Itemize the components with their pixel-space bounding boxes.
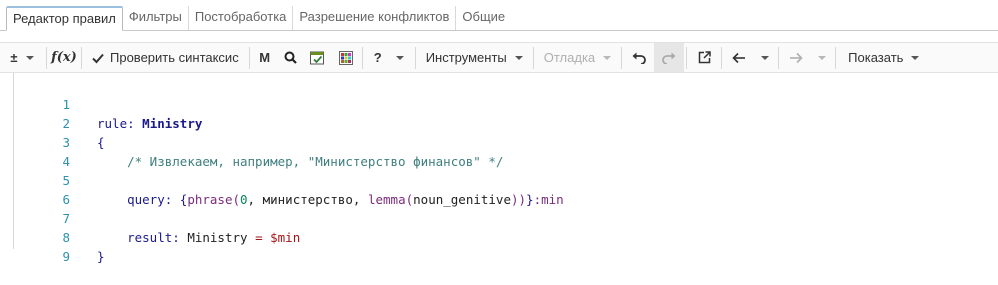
code-line: 8 }	[14, 209, 974, 264]
forward-history-dropdown[interactable]	[811, 43, 833, 72]
arrow-right-icon	[789, 52, 803, 64]
calendar-check-icon	[310, 51, 325, 65]
debug-label: Отладка	[543, 50, 596, 65]
show-label: Показать	[848, 50, 904, 65]
code-line: 2 {	[14, 95, 974, 150]
debug-dropdown[interactable]: Отладка	[536, 43, 619, 72]
check-syntax-label: Проверить синтаксис	[110, 50, 239, 65]
code-line: 9	[14, 228, 974, 264]
function-button[interactable]: f(x)	[49, 43, 79, 72]
toolbar-separator	[778, 46, 780, 69]
chevron-down-icon	[514, 55, 523, 60]
function-icon: f(x)	[51, 50, 77, 65]
line-number: 9	[62, 249, 70, 264]
code-text: }	[97, 247, 105, 266]
tab-general[interactable]: Общие	[456, 6, 511, 30]
chevron-down-icon	[761, 55, 770, 60]
show-dropdown[interactable]: Показать	[838, 43, 925, 72]
tab-rule-editor[interactable]: Редактор правил	[6, 6, 123, 31]
toolbar-separator	[81, 46, 82, 69]
code-line: 5 query: {phrase(0, министерство, lemma(…	[14, 152, 974, 207]
undo-icon	[632, 52, 647, 64]
tab-conflict-resolution[interactable]: Разрешение конфликтов	[293, 6, 457, 30]
m-button[interactable]: M	[252, 43, 278, 72]
tab-postprocessing[interactable]: Постобработка	[189, 6, 294, 30]
code-editor[interactable]: 1 rule: Ministry 2 { 3 /* Извлекаем, нап…	[13, 73, 998, 264]
redo-button[interactable]	[654, 43, 685, 72]
undo-button[interactable]	[624, 43, 654, 72]
plus-minus-icon: ±	[10, 50, 18, 65]
checkmark-icon	[92, 52, 104, 64]
tab-bar: Редактор правил Фильтры Постобработка Ра…	[0, 0, 998, 31]
toolbar-separator	[248, 46, 250, 69]
chevron-down-icon	[911, 55, 920, 60]
open-external-button[interactable]	[689, 43, 719, 72]
code-line: 7 result: Ministry = $min	[14, 190, 974, 245]
magnifier-icon	[284, 51, 297, 64]
chevron-down-icon	[818, 55, 827, 60]
editor-toolbar: ± f(x) Проверить синтаксис M ? Инструмен…	[0, 42, 998, 73]
toolbar-separator	[721, 46, 723, 69]
back-button[interactable]	[724, 43, 754, 72]
toolbar-separator	[621, 46, 623, 69]
help-icon: ?	[373, 50, 382, 65]
help-dropdown[interactable]: ?	[365, 43, 413, 72]
forward-button[interactable]	[781, 43, 811, 72]
tab-filters[interactable]: Фильтры	[123, 6, 189, 30]
toolbar-separator	[46, 46, 47, 69]
chevron-down-icon	[395, 55, 404, 60]
chevron-down-icon	[603, 55, 612, 60]
toolbar-separator	[361, 46, 363, 69]
code-line: 4	[14, 133, 974, 169]
code-line: 6	[14, 171, 974, 207]
toolbar-separator	[686, 46, 688, 69]
redo-icon	[662, 52, 676, 64]
plus-minus-dropdown[interactable]: ±	[0, 43, 44, 72]
tools-dropdown[interactable]: Инструменты	[418, 43, 531, 72]
code-line: 1 rule: Ministry	[14, 76, 974, 131]
toolbar-separator	[835, 46, 837, 69]
back-history-dropdown[interactable]	[754, 43, 776, 72]
zoom-button[interactable]	[278, 43, 304, 72]
arrow-left-icon	[732, 52, 746, 64]
external-link-icon	[698, 51, 711, 64]
grid-icon	[338, 50, 353, 65]
grid-button[interactable]	[332, 43, 360, 72]
code-line: 3 /* Извлекаем, например, "Министерство …	[14, 114, 974, 169]
toolbar-separator	[414, 46, 416, 69]
m-icon: M	[259, 50, 271, 65]
check-syntax-button[interactable]: Проверить синтаксис	[84, 43, 247, 72]
chevron-down-icon	[25, 55, 34, 60]
brace: }	[97, 249, 105, 264]
toolbar-separator	[532, 46, 534, 69]
tools-label: Инструменты	[425, 50, 507, 65]
calendar-check-button[interactable]	[304, 43, 332, 72]
